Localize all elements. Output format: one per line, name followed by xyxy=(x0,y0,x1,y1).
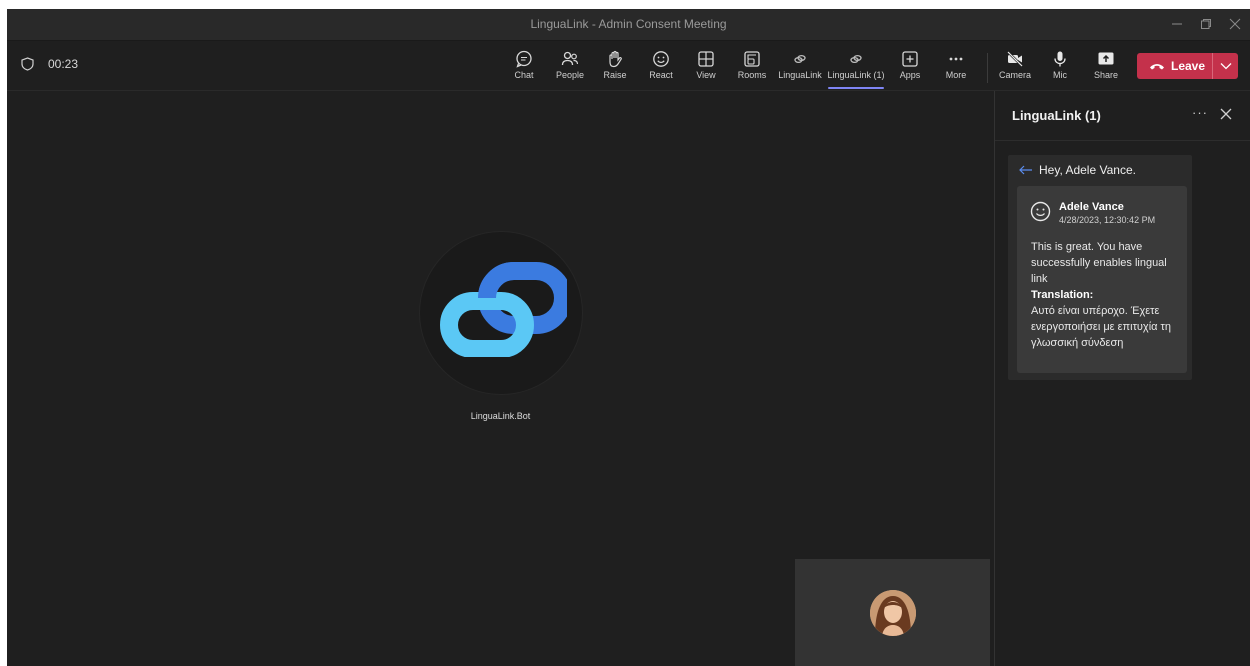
rooms-label: Rooms xyxy=(737,70,767,80)
self-video-tile xyxy=(795,559,990,666)
chat-label: Chat xyxy=(514,70,534,80)
meeting-window: LinguaLink - Admin Consent Meeting 00:23… xyxy=(7,9,1250,666)
lingualink-label: LinguaLink xyxy=(778,70,822,80)
lingualink-panel: LinguaLink (1) ··· Hey, Adele Vance. Ade… xyxy=(994,91,1250,666)
user-avatar xyxy=(870,590,916,636)
react-smiley-icon xyxy=(653,51,669,67)
people-button[interactable]: People xyxy=(548,50,592,86)
message-timestamp: 4/28/2023, 12:30:42 PM xyxy=(1059,215,1156,225)
rooms-button[interactable]: Rooms xyxy=(730,50,774,86)
lingualink-app-icon xyxy=(794,54,806,64)
react-label: React xyxy=(649,70,673,80)
share-icon xyxy=(1098,52,1114,65)
message-sender: Adele Vance xyxy=(1059,201,1124,213)
apps-plus-icon xyxy=(902,51,918,67)
back-arrow-icon[interactable] xyxy=(1019,165,1033,175)
share-button[interactable]: Share xyxy=(1084,50,1128,86)
camera-button[interactable]: Camera xyxy=(993,50,1037,86)
leave-dropdown[interactable] xyxy=(1213,62,1238,70)
meeting-timer: 00:23 xyxy=(21,57,78,71)
leave-button[interactable]: Leave xyxy=(1137,53,1238,79)
mic-button[interactable]: Mic xyxy=(1038,50,1082,86)
camera-off-icon xyxy=(1007,51,1023,67)
smiley-avatar-icon xyxy=(1030,201,1051,222)
window-title: LinguaLink - Admin Consent Meeting xyxy=(530,17,727,31)
mic-icon xyxy=(1054,51,1066,67)
view-label: View xyxy=(696,70,716,80)
panel-header: LinguaLink (1) ··· xyxy=(995,91,1250,141)
panel-more-options-icon[interactable]: ··· xyxy=(1192,105,1208,120)
apps-label: Apps xyxy=(899,70,921,80)
translation-label: Translation: xyxy=(1031,289,1094,301)
more-dots-icon xyxy=(949,57,963,61)
apps-button[interactable]: Apps xyxy=(888,50,932,86)
participant-name: LinguaLink.Bot xyxy=(470,411,531,421)
card-greeting: Hey, Adele Vance. xyxy=(1019,163,1136,177)
toolbar-divider xyxy=(987,53,988,83)
lingualink-button[interactable]: LinguaLink xyxy=(778,50,822,86)
close-window-icon[interactable] xyxy=(1225,15,1245,35)
panel-title: LinguaLink (1) xyxy=(1012,108,1101,123)
lingualink-1-tab[interactable]: LinguaLink (1) xyxy=(827,50,885,89)
leave-label: Leave xyxy=(1171,59,1206,73)
meeting-toolbar: 00:23 Chat People Raise React View Rooms xyxy=(7,41,1250,91)
lingualink-1-label: LinguaLink (1) xyxy=(827,70,885,80)
timer-text: 00:23 xyxy=(48,57,79,71)
react-button[interactable]: React xyxy=(639,50,683,86)
phone-hangup-icon xyxy=(1150,64,1164,70)
message-body: This is great. You have successfully ena… xyxy=(1031,239,1177,351)
share-label: Share xyxy=(1093,70,1119,80)
more-button[interactable]: More xyxy=(934,50,978,86)
translation-text: Αυτό είναι υπέροχο. Έχετε ενεργοποιήσει … xyxy=(1031,305,1172,349)
shield-icon xyxy=(21,57,34,71)
chat-icon xyxy=(516,50,532,68)
title-bar: LinguaLink - Admin Consent Meeting xyxy=(7,9,1250,41)
restore-icon[interactable] xyxy=(1196,15,1216,35)
chat-button[interactable]: Chat xyxy=(502,50,546,86)
lingualink-logo xyxy=(440,262,567,357)
raise-hand-icon xyxy=(609,50,622,68)
message-text: This is great. You have successfully ena… xyxy=(1031,241,1167,285)
mic-label: Mic xyxy=(1053,70,1067,80)
minimize-icon[interactable] xyxy=(1167,15,1187,35)
greeting-text: Hey, Adele Vance. xyxy=(1039,163,1136,177)
view-button[interactable]: View xyxy=(684,50,728,86)
leave-main[interactable]: Leave xyxy=(1137,59,1212,73)
chevron-down-icon xyxy=(1220,63,1232,70)
people-icon xyxy=(561,51,579,66)
lingualink-app-icon xyxy=(850,54,862,64)
people-label: People xyxy=(555,70,585,80)
rooms-icon xyxy=(744,51,760,67)
raise-hand-button[interactable]: Raise xyxy=(593,50,637,86)
view-grid-icon xyxy=(698,51,714,67)
camera-label: Camera xyxy=(998,70,1031,80)
message-header: Adele Vance 4/28/2023, 12:30:42 PM xyxy=(1030,201,1155,225)
adaptive-card: Hey, Adele Vance. Adele Vance 4/28/2023,… xyxy=(1008,155,1192,380)
raise-label: Raise xyxy=(603,70,627,80)
more-label: More xyxy=(945,70,967,80)
panel-close-icon[interactable] xyxy=(1219,107,1233,121)
meeting-stage: LinguaLink.Bot xyxy=(7,91,994,666)
message-card: Adele Vance 4/28/2023, 12:30:42 PM This … xyxy=(1017,186,1187,373)
